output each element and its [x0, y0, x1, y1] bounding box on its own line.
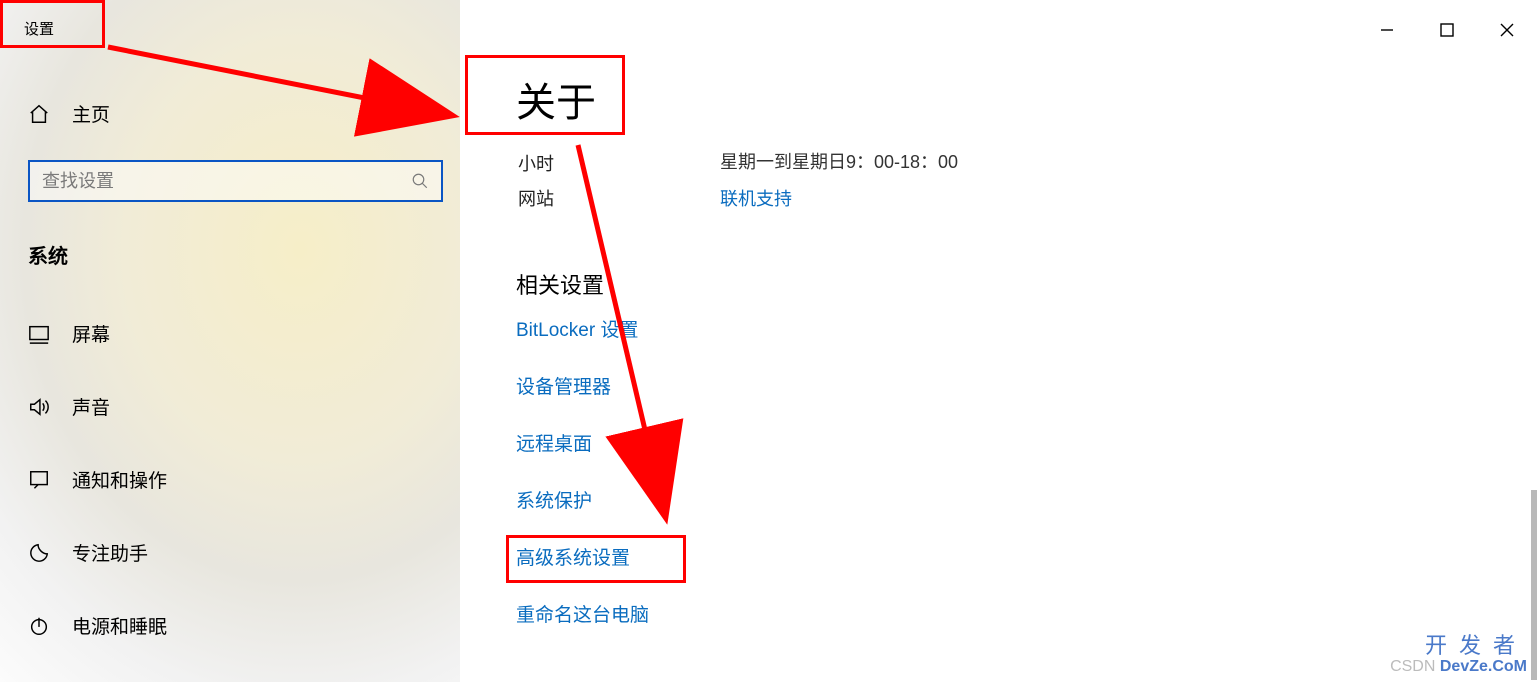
- sidebar-item-focus[interactable]: 专注助手: [28, 539, 167, 566]
- link-remote-desktop[interactable]: 远程桌面: [516, 429, 649, 456]
- sidebar-section-title: 系统: [28, 240, 68, 269]
- watermark: 开发者 CSDN DevZe.CoM: [1390, 634, 1527, 676]
- close-button[interactable]: [1477, 10, 1537, 50]
- search-box[interactable]: [28, 160, 443, 202]
- search-input[interactable]: [42, 171, 411, 192]
- watermark-en-bold: DevZe.CoM: [1440, 658, 1527, 675]
- nav-label-notifications: 通知和操作: [72, 466, 167, 493]
- nav-label-sound: 声音: [72, 393, 110, 420]
- nav-label-display: 屏幕: [72, 320, 110, 347]
- link-rename-pc[interactable]: 重命名这台电脑: [516, 600, 649, 627]
- hours-label: 小时: [518, 150, 554, 176]
- minimize-button[interactable]: [1357, 10, 1417, 50]
- watermark-cn: 开发者: [1390, 634, 1527, 658]
- power-icon: [28, 615, 50, 637]
- scrollbar[interactable]: [1531, 490, 1537, 680]
- annotation-box-advanced: [506, 535, 686, 583]
- sidebar-home-label: 主页: [72, 100, 110, 127]
- sidebar-item-power[interactable]: 电源和睡眠: [28, 612, 167, 639]
- sidebar-home[interactable]: 主页: [28, 100, 110, 127]
- main-content: 关于 小时 星期一到星期日9：00-18：00 网站 联机支持 相关设置 Bit…: [460, 0, 1537, 682]
- hours-value: 星期一到星期日9：00-18：00: [720, 148, 958, 174]
- notification-icon: [28, 469, 50, 491]
- sidebar: 设置 主页 系统 屏幕 声音 通知和操作 专注助手: [0, 0, 460, 682]
- sidebar-item-sound[interactable]: 声音: [28, 393, 167, 420]
- link-system-protection[interactable]: 系统保护: [516, 486, 649, 513]
- sidebar-item-display[interactable]: 屏幕: [28, 320, 167, 347]
- search-icon: [411, 172, 429, 190]
- sidebar-nav: 屏幕 声音 通知和操作 专注助手 电源和睡眠: [28, 320, 167, 639]
- annotation-box-about: [465, 55, 625, 135]
- window-controls: [1357, 10, 1537, 50]
- maximize-button[interactable]: [1417, 10, 1477, 50]
- online-support-link[interactable]: 联机支持: [720, 185, 792, 211]
- site-label: 网站: [518, 185, 554, 211]
- watermark-en-pre: CSDN: [1390, 658, 1435, 675]
- annotation-box-settings: [0, 0, 105, 48]
- moon-icon: [28, 542, 50, 564]
- related-settings-title: 相关设置: [516, 268, 604, 300]
- link-device-manager[interactable]: 设备管理器: [516, 372, 649, 399]
- nav-label-power: 电源和睡眠: [72, 612, 167, 639]
- home-icon: [28, 103, 50, 125]
- link-bitlocker[interactable]: BitLocker 设置: [516, 315, 649, 342]
- nav-label-focus: 专注助手: [72, 539, 148, 566]
- display-icon: [28, 323, 50, 345]
- sidebar-item-notifications[interactable]: 通知和操作: [28, 466, 167, 493]
- sound-icon: [28, 396, 50, 418]
